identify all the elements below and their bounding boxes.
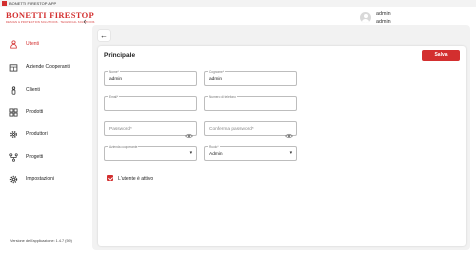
sidebar-item-produttori[interactable]: Produttori [8,128,88,140]
avatar [360,12,371,23]
nome-field[interactable]: Nome* admin [104,69,197,86]
settings-icon [8,174,18,184]
building-icon [8,62,18,72]
conferma-password-placeholder: Conferma password* [209,126,254,132]
sidebar: BONETTI FIRESTOP DESIGN & PROTECTION SOL… [0,7,95,253]
sidebar-item-label: Clienti [26,87,40,93]
brand-name: BONETTI FIRESTOP [6,10,95,20]
telefono-label: Numero di telefono [208,94,237,99]
user-name: admin [376,11,391,17]
eye-icon[interactable] [285,126,293,139]
conferma-password-field[interactable]: Conferma password* [204,121,297,139]
user-menu[interactable]: admin admin [360,11,391,26]
network-icon [8,152,18,162]
sidebar-item-aziende-cooperanti[interactable]: Aziende Cooperanti [8,61,88,73]
sidebar-item-progetti[interactable]: Progetti [8,151,88,163]
azienda-cooperante-label: Azienda cooperante [108,144,139,149]
ruolo-label: Ruolo* [208,144,220,149]
ruolo-value: Admin [209,152,223,157]
sidebar-item-prodotti[interactable]: Prodotti [8,106,88,118]
sidebar-item-clienti[interactable]: Clienti [8,84,88,96]
sidebar-item-label: Progetti [26,154,44,160]
users-icon [8,39,18,49]
gear-icon [8,129,18,139]
sidebar-item-label: Produttori [26,131,48,137]
telefono-field[interactable]: Numero di telefono [204,94,297,111]
password-placeholder: Password* [109,126,132,132]
cognome-value: admin [209,77,223,82]
active-checkbox[interactable] [107,175,113,181]
sidebar-item-label: Utenti [26,41,40,47]
back-button[interactable]: ← [98,30,110,41]
title-bar: BONETTI FIRESTOP APP [0,0,476,7]
active-checkbox-label: L'utente è attivo [118,175,154,182]
sidebar-item-label: Aziende Cooperanti [26,64,70,70]
app-icon [2,1,7,6]
page-title: Principale [104,52,136,59]
sidebar-item-impostazioni[interactable]: Impostazioni [8,173,88,185]
nome-label: Nome* [108,69,120,74]
cognome-label: Cognome* [208,69,226,74]
sidebar-item-utenti[interactable]: Utenti [8,38,88,50]
collapse-sidebar-button[interactable]: ‹ [80,16,90,26]
password-field[interactable]: Password* [104,121,197,139]
save-button[interactable]: Salva [422,50,460,61]
app-version: Versione dell'applicazione: 1.4.7 (59) [10,239,72,243]
eye-icon[interactable] [185,126,193,139]
person-icon [8,85,18,95]
nome-value: admin [109,77,123,82]
ruolo-select[interactable]: Ruolo* Admin ▾ [204,144,297,161]
window-title: BONETTI FIRESTOP APP [9,1,57,6]
sidebar-item-label: Impostazioni [26,176,55,182]
sidebar-item-label: Prodotti [26,109,44,115]
azienda-cooperante-select[interactable]: Azienda cooperante ▾ [104,144,197,161]
chevron-down-icon: ▾ [289,151,292,156]
grid-icon [8,107,18,117]
cognome-field[interactable]: Cognome* admin [204,69,297,86]
email-label: Email* [108,94,120,99]
chevron-down-icon: ▾ [189,151,192,156]
brand-logo: BONETTI FIRESTOP DESIGN & PROTECTION SOL… [6,10,95,26]
email-field[interactable]: Email* [104,94,197,111]
brand-tagline: DESIGN & PROTECTION SOLUTIONS · TECHNICA… [6,21,95,24]
